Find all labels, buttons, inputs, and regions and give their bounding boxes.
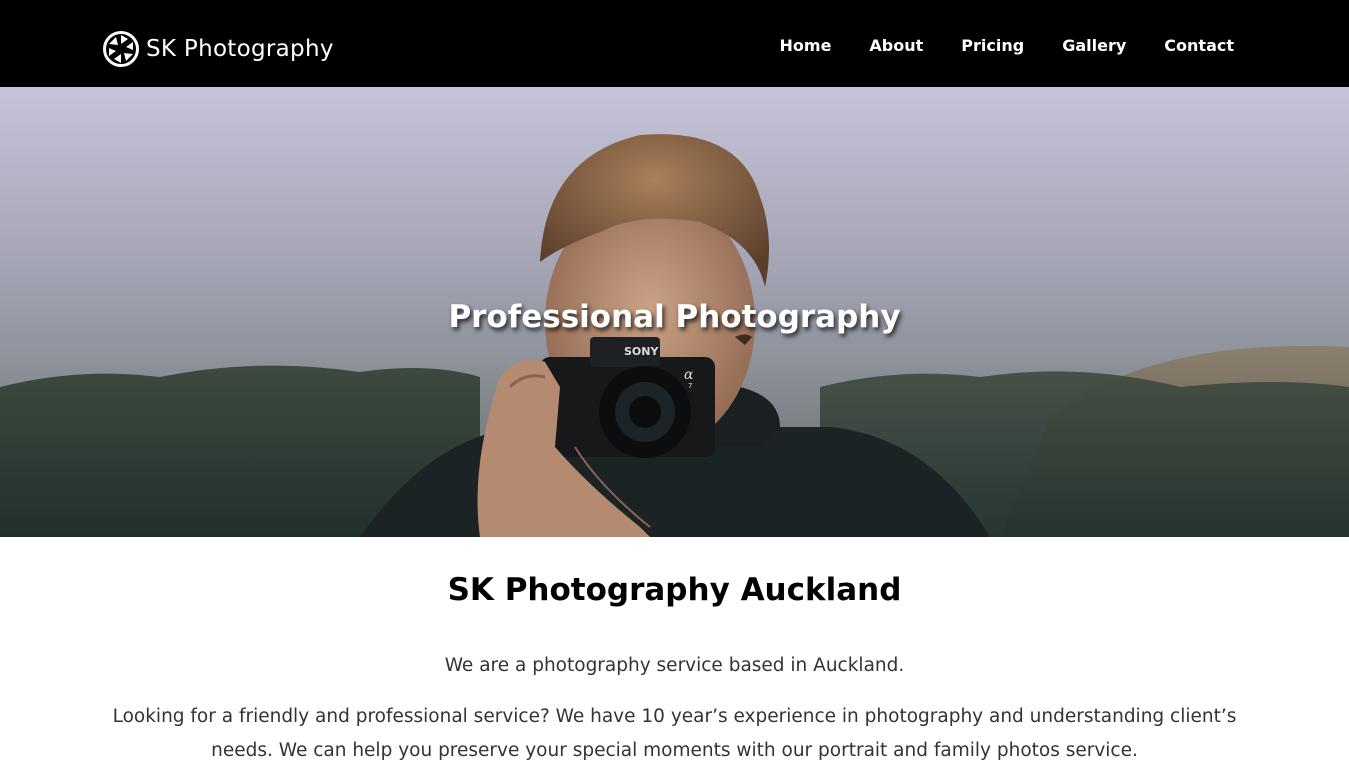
main-navigation: Home About Pricing Gallery Contact: [780, 34, 1234, 58]
nav-item-contact[interactable]: Contact: [1164, 34, 1234, 58]
description-paragraph: Looking for a friendly and professional …: [112, 706, 1237, 761]
intro-paragraph: We are a photography service based in Au…: [444, 655, 905, 676]
main-content: SK Photography Auckland We are a photogr…: [0, 537, 1349, 768]
nav-item-home[interactable]: Home: [780, 34, 832, 58]
site-logo[interactable]: SK Photography: [102, 30, 334, 68]
hero-banner: SONY α 7 Professional Photography: [0, 87, 1349, 537]
nav-item-about[interactable]: About: [869, 34, 923, 58]
camera-aperture-icon: [103, 31, 139, 67]
camera-model-label: α: [684, 367, 694, 383]
top-navigation-bar: SK Photography Home About Pricing Galler…: [0, 0, 1349, 87]
nav-item-gallery[interactable]: Gallery: [1062, 34, 1126, 58]
camera-brand-label: SONY: [624, 345, 659, 358]
hero-title: Professional Photography: [448, 299, 901, 335]
nav-item-pricing[interactable]: Pricing: [961, 34, 1024, 58]
logo-text: SK Photography: [146, 36, 334, 62]
section-heading: SK Photography Auckland: [447, 572, 902, 608]
camera-model-sub-label: 7: [688, 382, 692, 390]
